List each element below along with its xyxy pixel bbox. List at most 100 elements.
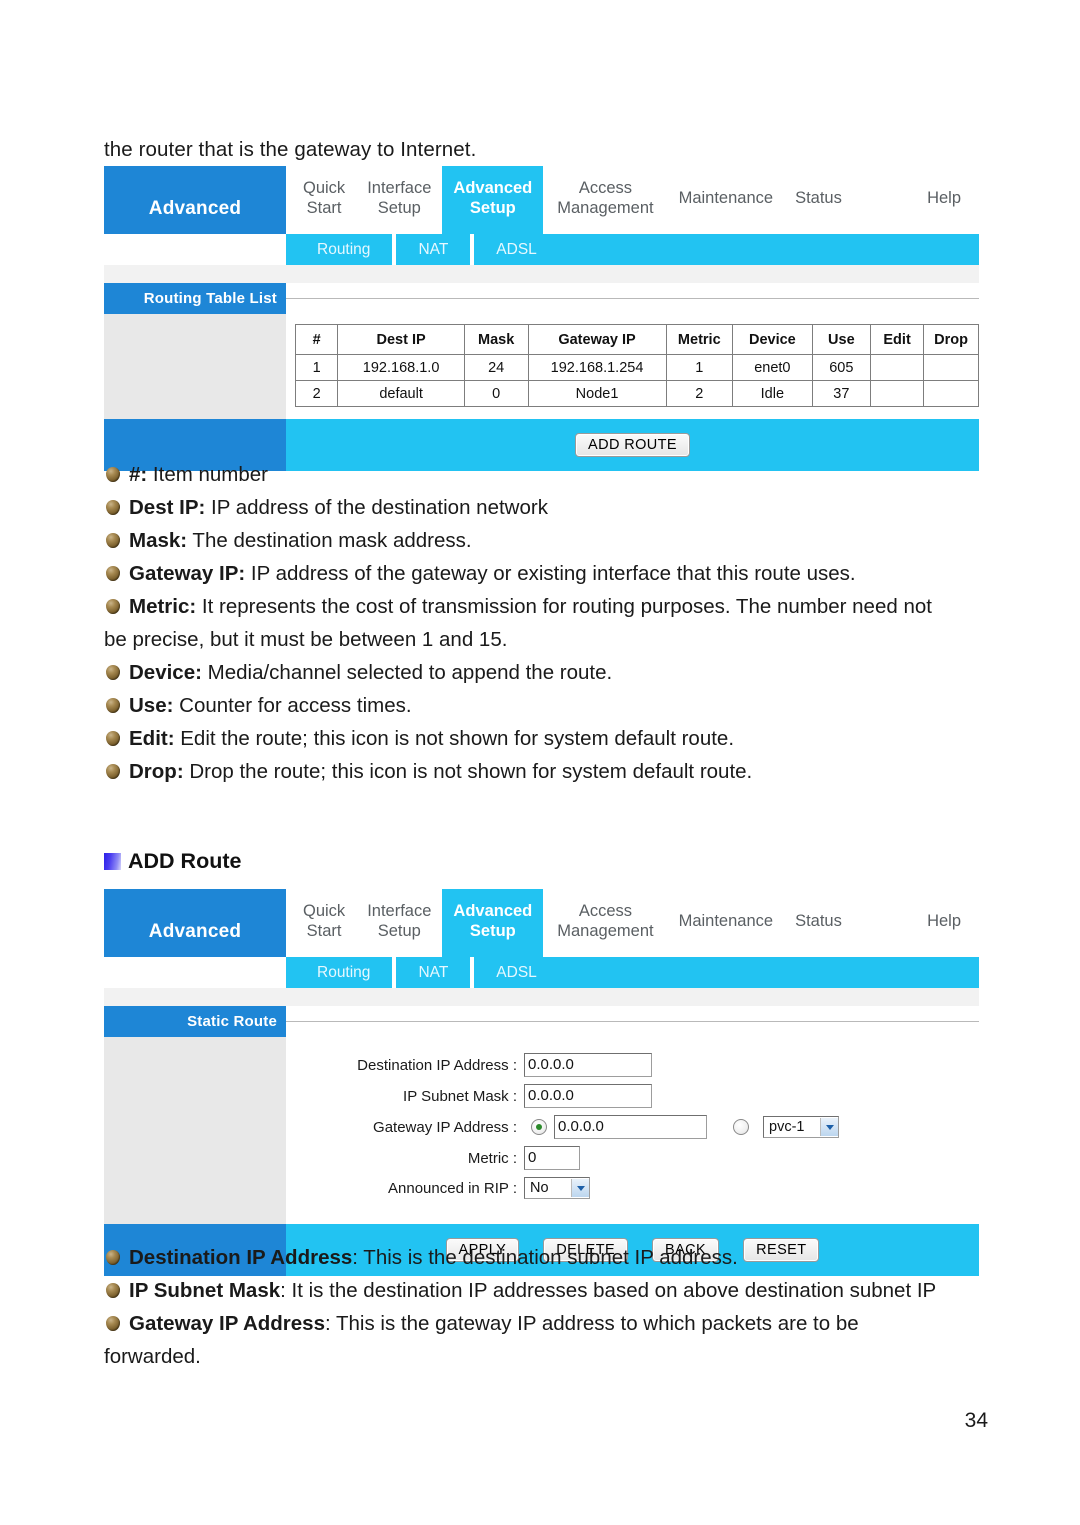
- list-item: Gateway IP: IP address of the gateway or…: [104, 557, 989, 590]
- gateway-pvc-select[interactable]: pvc-1: [763, 1116, 839, 1138]
- tab-maintenance[interactable]: Maintenance: [668, 166, 784, 234]
- panel-body: Static Route Destination IP Address : 0.…: [104, 1006, 979, 1224]
- term-desc: It represents the cost of transmission f…: [196, 595, 932, 618]
- cell-dest-ip: default: [337, 380, 465, 407]
- routing-table-wrapper: # Dest IP Mask Gateway IP Metric Device …: [286, 314, 979, 419]
- term-label: Edit:: [129, 727, 175, 750]
- term-label: Device:: [129, 661, 202, 684]
- tab-line-2: Management: [557, 922, 654, 940]
- tab-line-1: Interface: [367, 902, 432, 920]
- subtab-routing[interactable]: Routing: [295, 234, 392, 265]
- term-label: IP Subnet Mask: [129, 1279, 281, 1302]
- list-item: Use: Counter for access times.: [104, 689, 989, 722]
- tab-line-2: Start: [306, 199, 342, 217]
- cell-device: enet0: [732, 354, 813, 381]
- list-item: #: Item number: [104, 458, 989, 491]
- routing-field-descriptions: #: Item number Dest IP: IP address of th…: [104, 458, 989, 788]
- brand-label: Advanced: [104, 166, 286, 234]
- destination-ip-input[interactable]: 0.0.0.0: [524, 1053, 652, 1077]
- tab-help[interactable]: Help: [916, 166, 979, 234]
- term-desc: Edit the route; this icon is not shown f…: [174, 727, 735, 750]
- th-index: #: [294, 324, 339, 355]
- term-desc: IP address of the destination network: [205, 496, 548, 519]
- subtab-nat[interactable]: NAT: [396, 234, 470, 265]
- tab-access-management[interactable]: Access Management: [543, 166, 667, 234]
- list-item: Metric: It represents the cost of transm…: [104, 590, 989, 623]
- tab-line-1: Advanced: [453, 179, 533, 197]
- tab-line-2: Setup: [377, 199, 421, 217]
- tab-help[interactable]: Help: [916, 889, 979, 957]
- add-route-button[interactable]: ADD ROUTE: [575, 433, 690, 457]
- tab-line-1: Status: [795, 189, 842, 207]
- term-label: Gateway IP:: [129, 562, 246, 585]
- tab-line-1: Advanced: [453, 902, 533, 920]
- subnet-mask-input[interactable]: 0.0.0.0: [524, 1084, 652, 1108]
- rip-label: Announced in RIP :: [388, 1179, 517, 1197]
- rip-value: No: [530, 1180, 549, 1196]
- tab-status[interactable]: Status: [784, 889, 853, 957]
- cell-metric: 1: [665, 354, 734, 381]
- cell-index: 1: [294, 354, 339, 381]
- router-ui-static-route-panel: Advanced Quick Start Interface Setup Adv…: [104, 889, 979, 1276]
- term-desc: : This is the destination subnet IP addr…: [352, 1246, 738, 1269]
- metric-input[interactable]: 0: [524, 1146, 580, 1170]
- tab-access-management[interactable]: Access Management: [543, 889, 667, 957]
- cell-drop[interactable]: [923, 380, 979, 407]
- subtab-adsl[interactable]: ADSL: [474, 957, 559, 988]
- panel-sidebar: Static Route: [104, 1006, 286, 1224]
- list-item: Device: Media/channel selected to append…: [104, 656, 989, 689]
- th-mask: Mask: [463, 324, 529, 355]
- content-divider: [286, 283, 979, 314]
- metric-label: Metric :: [467, 1149, 517, 1167]
- content-divider: [286, 1006, 979, 1037]
- radio-dot: [738, 1124, 744, 1130]
- gateway-ip-input[interactable]: 0.0.0.0: [554, 1115, 707, 1139]
- gateway-ip-radio[interactable]: [531, 1119, 547, 1135]
- term-label: Destination IP Address: [129, 1246, 353, 1269]
- field-row-rip: Announced in RIP : No: [286, 1177, 979, 1199]
- radio-dot: [536, 1124, 542, 1130]
- cell-drop[interactable]: [923, 354, 979, 381]
- cell-edit[interactable]: [870, 380, 925, 407]
- bullet-sphere-icon: [106, 566, 120, 581]
- term-desc: The destination mask address.: [187, 529, 472, 552]
- list-item: Gateway IP Address: This is the gateway …: [104, 1307, 989, 1340]
- router-header: Advanced Quick Start Interface Setup Adv…: [104, 166, 979, 234]
- rip-select[interactable]: No: [524, 1177, 590, 1199]
- tab-quick-start[interactable]: Quick Start: [292, 166, 356, 234]
- tab-line-1: Help: [927, 912, 961, 930]
- gateway-label: Gateway IP Address :: [373, 1118, 517, 1136]
- gateway-pvc-radio[interactable]: [733, 1119, 749, 1135]
- term-label: Drop:: [129, 760, 184, 783]
- tab-status[interactable]: Status: [784, 166, 853, 234]
- list-item: Drop: Drop the route; this icon is not s…: [104, 755, 989, 788]
- gateway-pvc-value: pvc-1: [769, 1119, 805, 1135]
- table-row: 2 default 0 Node1 2 Idle 37: [294, 380, 979, 407]
- tab-advanced-setup[interactable]: Advanced Setup: [442, 889, 544, 957]
- cell-edit[interactable]: [870, 354, 925, 381]
- tab-advanced-setup[interactable]: Advanced Setup: [442, 166, 544, 234]
- panel-strip: [104, 988, 979, 1006]
- bullet-sphere-icon: [106, 665, 120, 680]
- field-row-subnet-mask: IP Subnet Mask : 0.0.0.0: [286, 1084, 979, 1108]
- router-header: Advanced Quick Start Interface Setup Adv…: [104, 889, 979, 957]
- tab-maintenance[interactable]: Maintenance: [668, 889, 784, 957]
- panel-content: # Dest IP Mask Gateway IP Metric Device …: [286, 283, 979, 419]
- subtab-adsl[interactable]: ADSL: [474, 234, 559, 265]
- tab-interface-setup[interactable]: Interface Setup: [356, 889, 442, 957]
- cell-gateway-ip: 192.168.1.254: [527, 354, 667, 381]
- section-square-icon: [104, 853, 121, 870]
- router-ui-routing-panel: Advanced Quick Start Interface Setup Adv…: [104, 166, 979, 471]
- list-item: Edit: Edit the route; this icon is not s…: [104, 722, 989, 755]
- bullet-sphere-icon: [106, 467, 120, 482]
- subtab-routing[interactable]: Routing: [295, 957, 392, 988]
- tab-interface-setup[interactable]: Interface Setup: [356, 166, 442, 234]
- tab-line-1: Help: [927, 189, 961, 207]
- cell-use: 605: [811, 354, 872, 381]
- subtab-nat[interactable]: NAT: [396, 957, 470, 988]
- routing-table-list-title: Routing Table List: [104, 283, 286, 314]
- tab-quick-start[interactable]: Quick Start: [292, 889, 356, 957]
- panel-strip: [104, 265, 979, 283]
- th-edit: Edit: [870, 324, 925, 355]
- tab-line-1: Maintenance: [678, 912, 774, 930]
